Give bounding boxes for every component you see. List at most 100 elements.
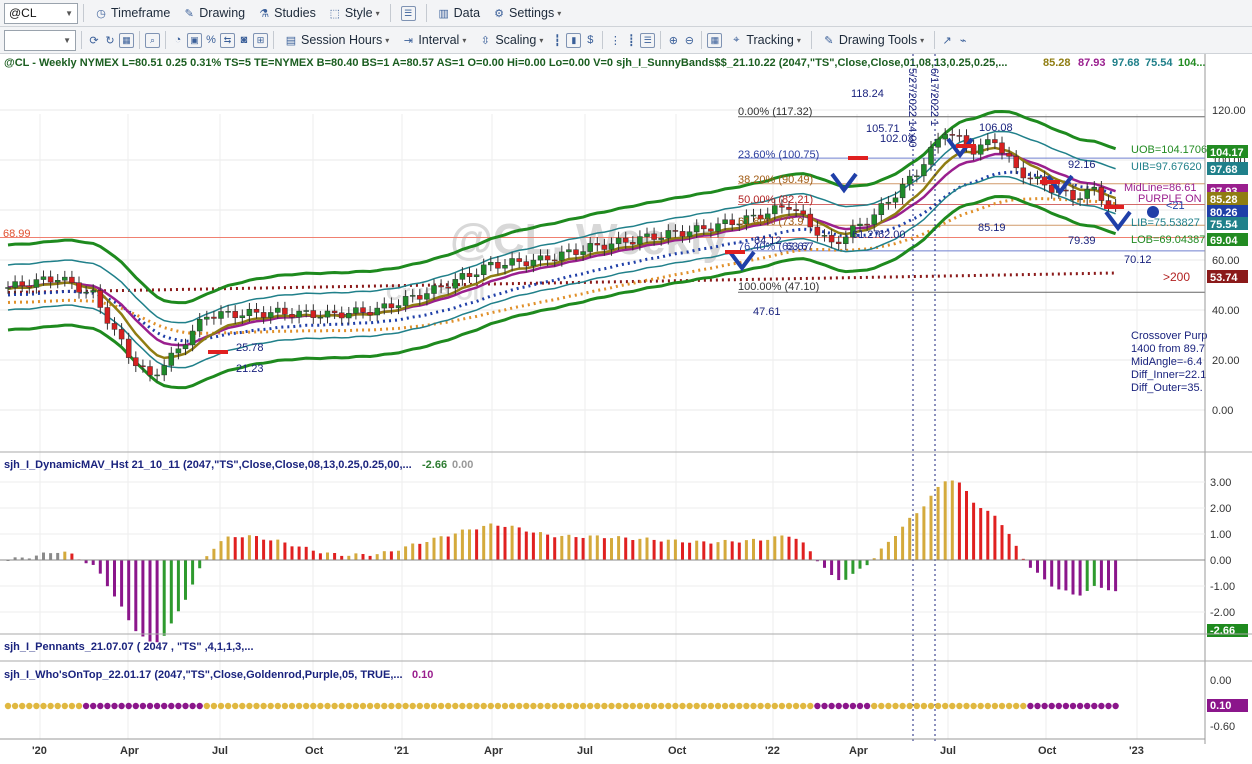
header-value-5: 104... xyxy=(1178,57,1206,69)
candle-body xyxy=(1084,189,1090,199)
grid-icon[interactable]: ▦ xyxy=(119,32,134,48)
session-hours-button[interactable]: ▤ Session Hours ▾ xyxy=(279,30,394,51)
dots-tick-label: -0.60 xyxy=(1210,721,1235,733)
hist-bar xyxy=(63,551,67,560)
layout-button[interactable]: ☰ xyxy=(396,3,421,24)
dot xyxy=(849,702,857,710)
candle-body xyxy=(111,323,118,330)
crossover-line: Diff_Inner=22.1 xyxy=(1131,369,1206,381)
zoom-out-icon[interactable]: ⊖ xyxy=(682,33,696,47)
panel2-title: sjh_I_DynamicMAV_Hst 21_10_11 (2047,"TS"… xyxy=(4,459,412,471)
candle-body xyxy=(693,225,700,233)
pan-icon[interactable]: ⋮ xyxy=(608,33,622,47)
hist-bar xyxy=(446,536,450,560)
dot xyxy=(40,702,47,710)
dot xyxy=(885,702,892,710)
horizontal-line-label: 68.99 xyxy=(3,228,31,240)
candle-body xyxy=(417,295,423,300)
hist-bar xyxy=(1007,533,1011,560)
candle-body xyxy=(530,259,537,267)
zoom-in-icon[interactable]: ⊕ xyxy=(666,33,680,47)
layout-icon[interactable]: ☰ xyxy=(640,32,656,48)
dot xyxy=(572,702,580,710)
hist-bar xyxy=(865,560,869,566)
bar-chart-icon[interactable]: ┇ xyxy=(550,33,564,47)
candle-body xyxy=(324,310,331,318)
candle-body xyxy=(899,183,906,199)
studies-button[interactable]: ⚗ Studies xyxy=(252,3,321,24)
crosshair-icon[interactable]: ▦ xyxy=(707,32,723,48)
candle-body xyxy=(211,316,217,319)
candle-body xyxy=(637,236,643,245)
separator xyxy=(139,31,140,49)
chart-area[interactable]: @CL, Weekly Crude Oil @CL - Weekly NYMEX… xyxy=(0,54,1252,764)
dot xyxy=(721,702,729,710)
price-label-low: 47.61 xyxy=(753,306,781,318)
drawing-button[interactable]: ✎ Drawing xyxy=(177,3,250,24)
camera-icon[interactable]: ◙ xyxy=(237,33,251,47)
hist-bar xyxy=(311,550,315,560)
candle-body xyxy=(5,287,11,289)
dot xyxy=(1076,702,1084,710)
dot xyxy=(693,702,700,710)
hist-bar xyxy=(1107,560,1110,591)
trend-icon[interactable]: ↗ xyxy=(940,33,954,47)
chevron-down-icon: ▼ xyxy=(63,35,71,45)
dot xyxy=(189,702,196,710)
hist-bar xyxy=(1071,560,1075,595)
hist-bar xyxy=(894,535,897,560)
dot xyxy=(196,702,203,710)
data-button[interactable]: ▥ Data xyxy=(432,3,485,24)
interval-icon: ⇥ xyxy=(403,34,413,47)
dot xyxy=(665,702,672,710)
dot xyxy=(750,702,757,710)
hist-bar xyxy=(176,560,180,612)
scaling-label: Scaling xyxy=(495,33,537,47)
time-tick-label: '20 xyxy=(32,745,47,757)
reload-icon[interactable]: ↻ xyxy=(103,33,117,47)
compare-icon[interactable]: ⇆ xyxy=(220,32,235,48)
interval-input[interactable]: ▼ xyxy=(4,29,76,51)
percent-icon[interactable]: % xyxy=(204,33,218,47)
refresh-icon[interactable]: ⟳ xyxy=(87,33,101,47)
pennant-marker xyxy=(1040,180,1060,184)
speedometer-icon[interactable]: ◔ xyxy=(171,33,185,47)
dot xyxy=(331,702,338,710)
candle-body xyxy=(523,261,530,267)
interval-button[interactable]: ⇥ Interval ▾ xyxy=(396,30,471,51)
candle-body xyxy=(921,164,927,177)
settings-button[interactable]: ⚙ Settings ▾ xyxy=(487,3,566,24)
dot xyxy=(366,702,374,710)
dollar-icon[interactable]: $ xyxy=(583,33,597,47)
separator xyxy=(83,4,84,22)
chevron-down-icon: ▾ xyxy=(796,35,801,45)
image-icon[interactable]: ▣ xyxy=(187,32,202,48)
tracking-button[interactable]: ⌖ Tracking ▾ xyxy=(724,30,805,51)
candle-body xyxy=(466,273,473,277)
timeframe-button[interactable]: ◷ Timeframe xyxy=(89,3,175,24)
activity-icon[interactable]: ⌁ xyxy=(956,33,970,47)
candle-body xyxy=(608,243,615,250)
hist-bar xyxy=(1000,525,1004,560)
candle-body xyxy=(381,303,388,309)
fib-label-0: 0.00% (117.32) xyxy=(738,106,812,118)
histogram-icon[interactable]: ┋ xyxy=(624,33,638,47)
hist-bar xyxy=(496,525,500,560)
dot xyxy=(345,702,352,710)
zoom-icon[interactable]: ⌕ xyxy=(145,32,160,48)
hist-bar xyxy=(1043,560,1047,580)
candle-body xyxy=(438,285,444,288)
candle-chart-icon[interactable]: ▮ xyxy=(566,32,582,48)
data-window-icon[interactable]: ⊞ xyxy=(253,32,268,48)
hist-bar xyxy=(602,538,606,560)
scaling-button[interactable]: ⇳ Scaling ▾ xyxy=(473,30,548,51)
dot xyxy=(743,702,750,710)
dot xyxy=(104,702,111,710)
style-label: Style xyxy=(344,6,373,20)
candle-body xyxy=(701,225,707,230)
drawing-tools-button[interactable]: ✎ Drawing Tools ▾ xyxy=(817,30,929,51)
symbol-input[interactable]: @CL ▼ xyxy=(4,2,78,24)
candle-body xyxy=(260,312,267,318)
hist-bar xyxy=(950,480,954,560)
style-button[interactable]: ⬚ Style ▾ xyxy=(323,3,385,24)
